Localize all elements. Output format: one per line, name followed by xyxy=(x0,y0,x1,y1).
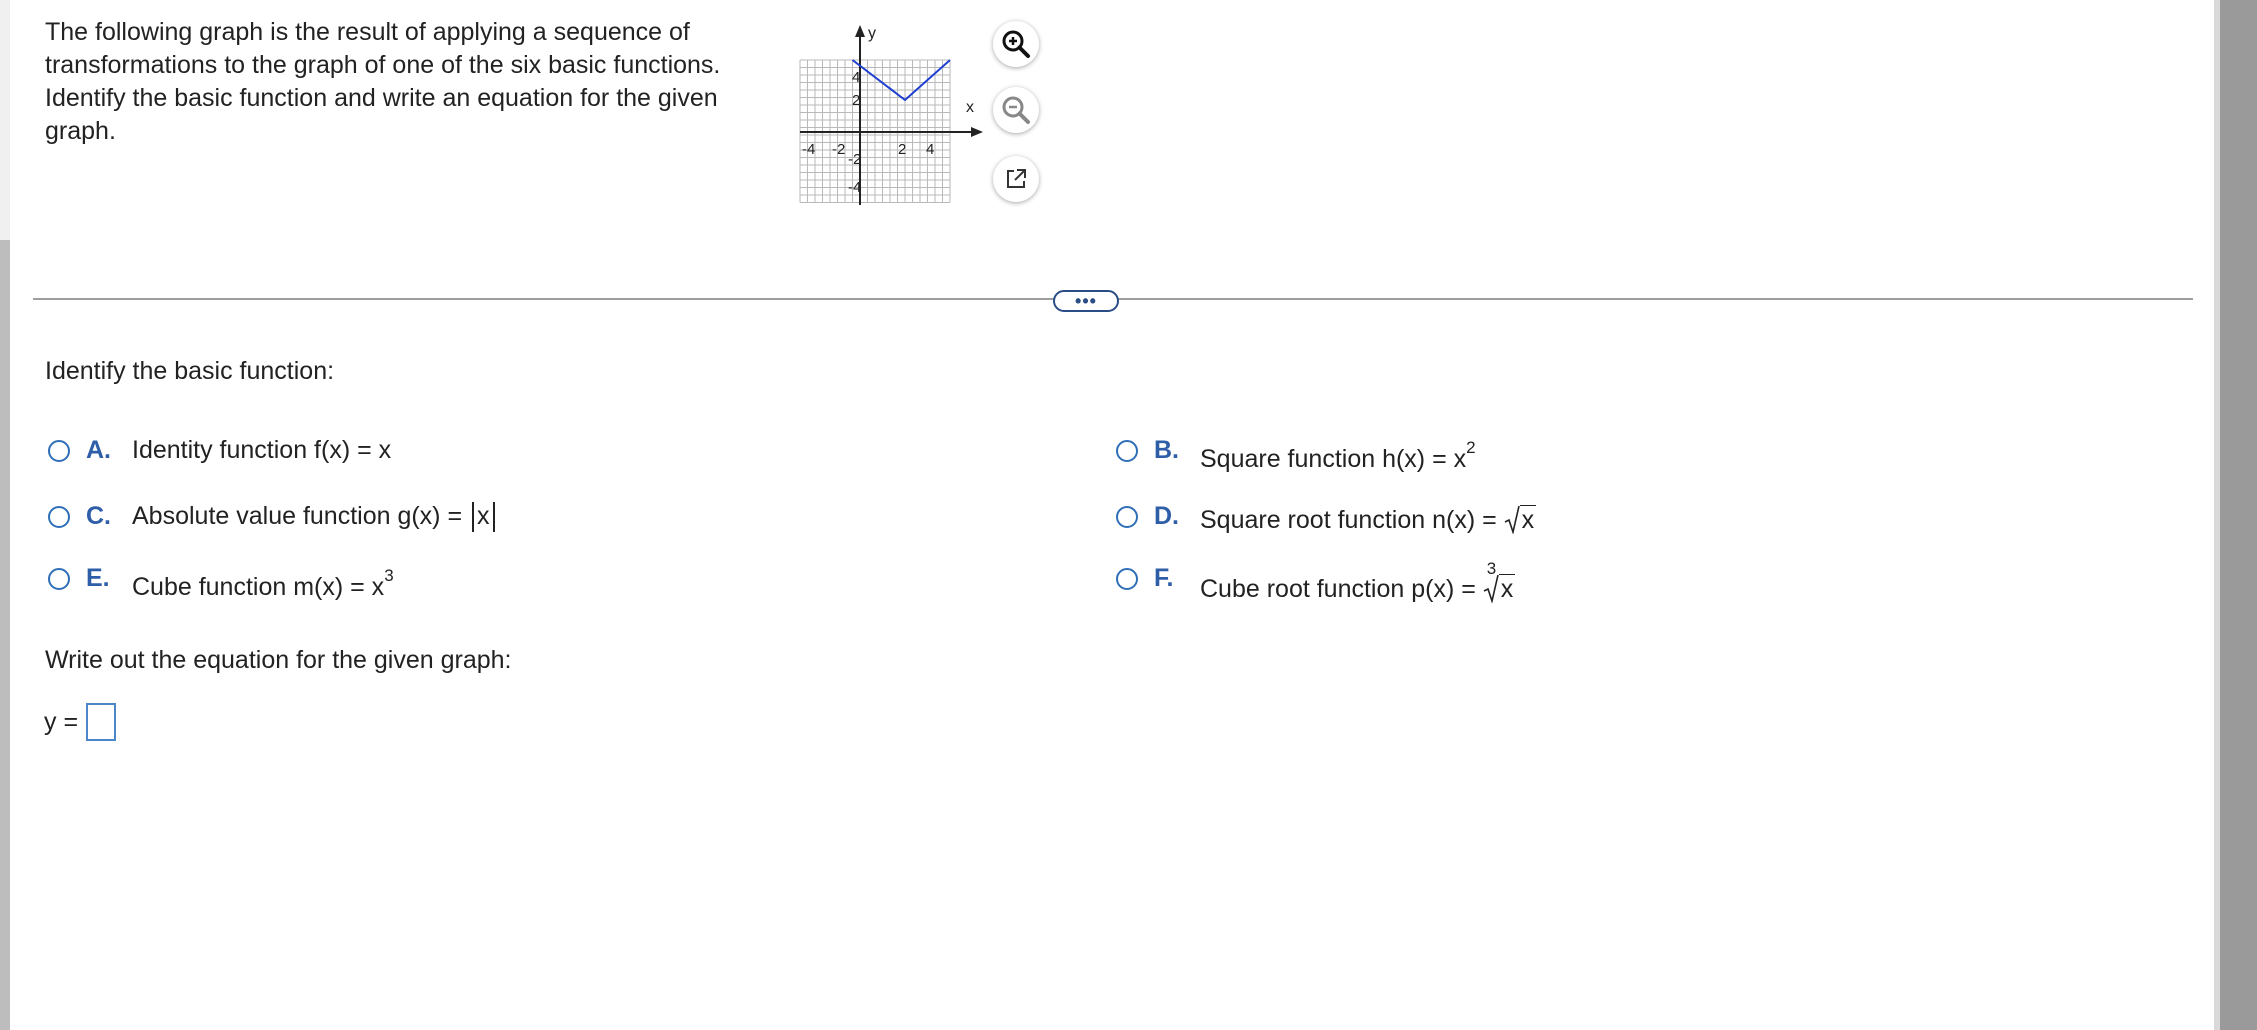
popout-button[interactable] xyxy=(993,156,1039,202)
x-tick-label: -4 xyxy=(802,141,815,158)
zoom-in-button[interactable] xyxy=(993,21,1039,67)
answer-input[interactable] xyxy=(86,703,117,741)
option-text-main: Square root function n(x) = xyxy=(1200,506,1504,534)
option-text: Identity function f(x) = x xyxy=(132,436,392,464)
y-axis-arrow xyxy=(855,25,865,37)
square-root: x xyxy=(1504,504,1537,535)
answer-row: y = xyxy=(44,703,117,741)
part1-prompt: Identify the basic function: xyxy=(45,357,335,385)
root-index: 3 xyxy=(1486,559,1497,578)
exponent: 3 xyxy=(384,566,394,585)
option-text: Cube root function p(x) = 3x xyxy=(1200,559,1516,604)
option-a[interactable]: A. Identity function f(x) = x xyxy=(48,436,391,465)
y-tick-label: -4 xyxy=(848,179,861,196)
option-letter: F. xyxy=(1154,564,1174,592)
radio-button[interactable] xyxy=(48,506,70,528)
exponent: 2 xyxy=(1466,438,1476,457)
option-f[interactable]: F. Cube root function p(x) = 3x xyxy=(1116,559,1516,604)
radicand: x xyxy=(1519,505,1537,534)
more-button[interactable]: ••• xyxy=(1053,290,1119,312)
option-letter: E. xyxy=(86,564,110,592)
abs-bar-left xyxy=(472,502,474,533)
function-graph: x y -4 -2 2 4 4 2 -2 -4 xyxy=(790,20,1000,210)
zoom-out-icon xyxy=(1002,96,1030,124)
option-letter: B. xyxy=(1154,436,1179,464)
zoom-in-icon xyxy=(1002,30,1030,58)
option-text-main: Cube root function p(x) = xyxy=(1200,575,1483,603)
option-text: Square root function n(x) = x xyxy=(1200,504,1537,535)
abs-argument: x xyxy=(477,502,490,530)
radio-button[interactable] xyxy=(48,568,70,590)
x-tick-label: 4 xyxy=(926,141,934,158)
option-letter: A. xyxy=(86,436,111,464)
y-tick-label: -2 xyxy=(848,151,861,168)
zoom-out-button[interactable] xyxy=(993,87,1039,133)
option-letter: C. xyxy=(86,502,111,530)
option-e[interactable]: E. Cube function m(x) = x3 xyxy=(48,564,394,602)
radicand: x xyxy=(1498,574,1516,603)
x-tick-label: 2 xyxy=(898,141,906,158)
option-text: Square function h(x) = x2 xyxy=(1200,438,1476,474)
radio-button[interactable] xyxy=(48,440,70,462)
external-link-icon xyxy=(1007,169,1026,188)
y-tick-label: 4 xyxy=(852,69,860,86)
question-text: The following graph is the result of app… xyxy=(45,18,721,145)
radio-button[interactable] xyxy=(1116,440,1138,462)
option-text: Cube function m(x) = x3 xyxy=(132,566,394,602)
option-letter: D. xyxy=(1154,502,1179,530)
x-axis-arrow xyxy=(971,127,983,137)
option-text-main: Cube function m(x) = x xyxy=(132,573,385,601)
left-scrollbar[interactable] xyxy=(0,240,10,1030)
option-text-main: Square function h(x) = x xyxy=(1200,445,1467,473)
abs-bar-right xyxy=(492,502,495,533)
option-text: Absolute value function g(x) = x xyxy=(132,502,498,533)
right-scrollbar[interactable] xyxy=(2220,0,2257,1030)
y-tick-label: 2 xyxy=(852,92,860,109)
radio-button[interactable] xyxy=(1116,568,1138,590)
y-axis-label: y xyxy=(868,25,876,42)
answer-label: y = xyxy=(44,707,79,736)
part2-prompt: Write out the equation for the given gra… xyxy=(45,646,512,674)
x-axis-label: x xyxy=(966,99,974,116)
radio-button[interactable] xyxy=(1116,506,1138,528)
cube-root: 3x xyxy=(1483,559,1516,604)
option-b[interactable]: B. Square function h(x) = x2 xyxy=(1116,436,1476,474)
option-text-main: Absolute value function g(x) = xyxy=(132,502,469,530)
option-d[interactable]: D. Square root function n(x) = x xyxy=(1116,502,1537,535)
x-tick-label: -2 xyxy=(832,141,845,158)
radical-sign-icon xyxy=(1504,505,1520,535)
graph-svg: x y -4 -2 2 4 4 2 -2 -4 xyxy=(799,25,983,205)
option-c[interactable]: C. Absolute value function g(x) = x xyxy=(48,502,498,533)
